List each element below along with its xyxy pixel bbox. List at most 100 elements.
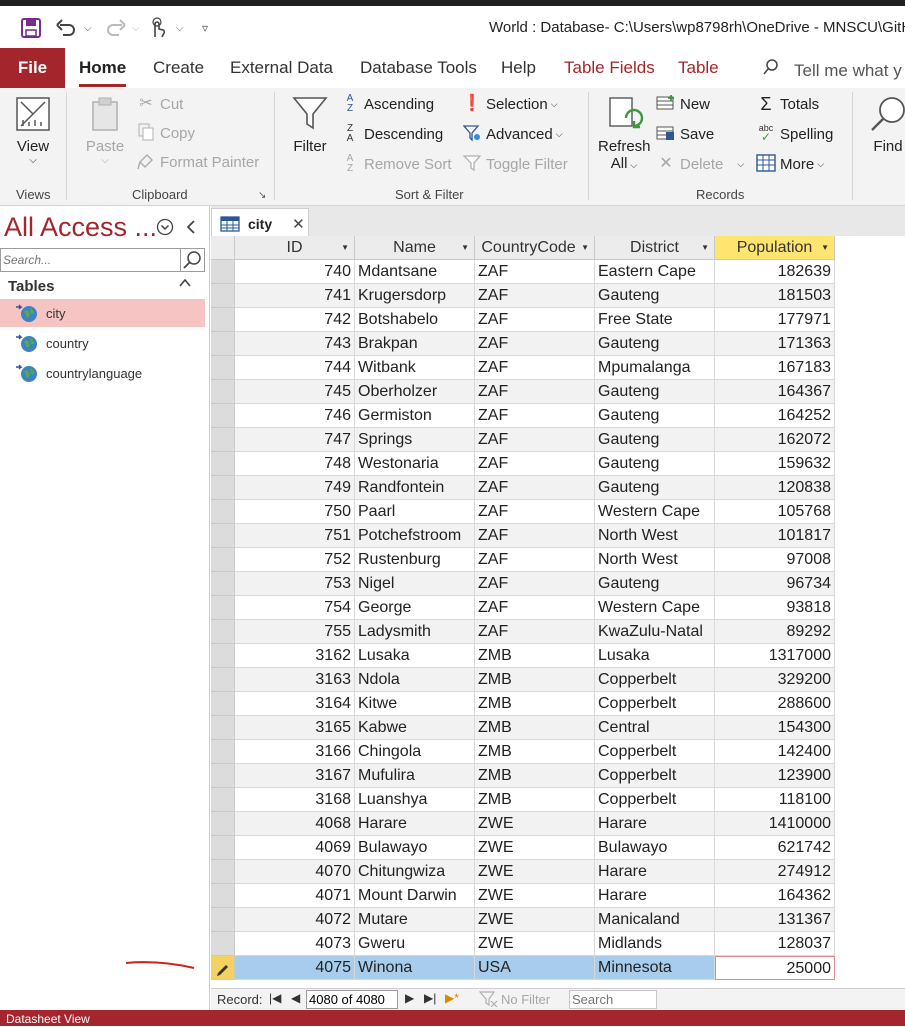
no-filter-label[interactable]: No Filter [501, 992, 550, 1007]
cell-district[interactable]: Gauteng [595, 476, 715, 500]
spelling-button[interactable]: abc ✓ Spelling [756, 124, 834, 144]
cell-name[interactable]: Krugersdorp [355, 284, 475, 308]
filter-button[interactable]: Filter [288, 94, 332, 155]
cell-id[interactable]: 753 [235, 572, 355, 596]
cell-district[interactable]: Gauteng [595, 572, 715, 596]
delete-record-button[interactable]: ✕ Delete ⌵ [656, 154, 744, 174]
cell-name[interactable]: Randfontein [355, 476, 475, 500]
new-record-nav-icon[interactable]: ▶* [445, 991, 459, 1005]
record-selector[interactable] [211, 644, 235, 668]
record-selector[interactable] [211, 260, 235, 284]
column-header-name[interactable]: Name ▼ [355, 236, 475, 260]
table-row[interactable]: 4071 Mount Darwin ZWE Harare 164362 [211, 884, 905, 908]
cell-district[interactable]: Gauteng [595, 380, 715, 404]
ascending-button[interactable]: A Z Ascending [340, 94, 434, 114]
cell-population[interactable]: 181503 [715, 284, 835, 308]
table-row[interactable]: 3162 Lusaka ZMB Lusaka 1317000 [211, 644, 905, 668]
cell-id[interactable]: 741 [235, 284, 355, 308]
cell-district[interactable]: Manicaland [595, 908, 715, 932]
cell-name[interactable]: Harare [355, 812, 475, 836]
cell-population[interactable]: 164367 [715, 380, 835, 404]
totals-button[interactable]: Σ Totals [756, 94, 819, 114]
cell-district[interactable]: Gauteng [595, 284, 715, 308]
cell-id[interactable]: 747 [235, 428, 355, 452]
record-selector[interactable] [211, 380, 235, 404]
cell-name[interactable]: Rustenburg [355, 548, 475, 572]
nav-pane-title[interactable]: All Access ... [4, 212, 157, 243]
cell-population[interactable]: 93818 [715, 596, 835, 620]
cell-district[interactable]: Copperbelt [595, 788, 715, 812]
record-selector[interactable] [211, 572, 235, 596]
save-record-button[interactable]: Save [656, 124, 714, 144]
cell-district[interactable]: Copperbelt [595, 740, 715, 764]
cell-id[interactable]: 4075 [235, 956, 355, 980]
table-row[interactable]: 4075 Winona USA Minnesota 25000 [211, 956, 905, 980]
cell-name[interactable]: George [355, 596, 475, 620]
cell-countrycode[interactable]: ZWE [475, 932, 595, 956]
table-row[interactable]: 4069 Bulawayo ZWE Bulawayo 621742 [211, 836, 905, 860]
cell-countrycode[interactable]: ZMB [475, 692, 595, 716]
nav-item-countrylanguage[interactable]: countrylanguage [0, 359, 205, 387]
cell-district[interactable]: Midlands [595, 932, 715, 956]
cell-id[interactable]: 3164 [235, 692, 355, 716]
table-row[interactable]: 3168 Luanshya ZMB Copperbelt 118100 [211, 788, 905, 812]
cell-district[interactable]: Gauteng [595, 428, 715, 452]
cell-name[interactable]: Mufulira [355, 764, 475, 788]
cell-countrycode[interactable]: ZAF [475, 428, 595, 452]
cell-name[interactable]: Luanshya [355, 788, 475, 812]
cell-countrycode[interactable]: ZWE [475, 836, 595, 860]
table-row[interactable]: 742 Botshabelo ZAF Free State 177971 [211, 308, 905, 332]
descending-button[interactable]: Z A Descending [340, 124, 444, 144]
cell-population[interactable]: 274912 [715, 860, 835, 884]
table-row[interactable]: 4072 Mutare ZWE Manicaland 131367 [211, 908, 905, 932]
cell-population[interactable]: 96734 [715, 572, 835, 596]
cell-countrycode[interactable]: ZAF [475, 620, 595, 644]
new-record-button[interactable]: New [656, 94, 710, 114]
record-selector[interactable] [211, 716, 235, 740]
cell-countrycode[interactable]: ZMB [475, 668, 595, 692]
cell-id[interactable]: 4068 [235, 812, 355, 836]
view-button[interactable]: View ⌵ [12, 94, 54, 167]
cell-name[interactable]: Ladysmith [355, 620, 475, 644]
cell-population[interactable]: 128037 [715, 932, 835, 956]
advanced-button[interactable]: Advanced ⌵ [462, 124, 563, 144]
record-selector[interactable] [211, 404, 235, 428]
cell-name[interactable]: Springs [355, 428, 475, 452]
close-icon[interactable]: ✕ [292, 215, 305, 233]
record-selector[interactable] [211, 500, 235, 524]
copy-button[interactable]: Copy [136, 123, 195, 143]
record-selector[interactable] [211, 764, 235, 788]
cell-name[interactable]: Nigel [355, 572, 475, 596]
cell-name[interactable]: Gweru [355, 932, 475, 956]
more-button[interactable]: More ⌵ [756, 154, 824, 174]
cell-id[interactable]: 749 [235, 476, 355, 500]
cell-district[interactable]: KwaZulu-Natal [595, 620, 715, 644]
table-row[interactable]: 745 Oberholzer ZAF Gauteng 164367 [211, 380, 905, 404]
cell-id[interactable]: 743 [235, 332, 355, 356]
cell-district[interactable]: Copperbelt [595, 692, 715, 716]
cell-id[interactable]: 750 [235, 500, 355, 524]
cell-district[interactable]: Harare [595, 812, 715, 836]
cell-population[interactable]: 154300 [715, 716, 835, 740]
touch-mode-icon[interactable] [148, 16, 168, 40]
record-selector[interactable] [211, 596, 235, 620]
cell-countrycode[interactable]: ZWE [475, 884, 595, 908]
tab-external-data[interactable]: External Data [230, 58, 333, 78]
tab-table[interactable]: Table [678, 58, 719, 78]
toggle-filter-button[interactable]: Toggle Filter [462, 154, 568, 174]
touch-mode-dropdown-icon[interactable]: ⌵ [176, 16, 184, 40]
cell-name[interactable]: Potchefstroom [355, 524, 475, 548]
first-record-icon[interactable]: |◀ [269, 991, 281, 1005]
cell-district[interactable]: Free State [595, 308, 715, 332]
record-selector[interactable] [211, 620, 235, 644]
cell-id[interactable]: 744 [235, 356, 355, 380]
cell-name[interactable]: Chingola [355, 740, 475, 764]
column-header-population[interactable]: Population ▼ [715, 236, 835, 260]
last-record-icon[interactable]: ▶| [424, 991, 436, 1005]
table-row[interactable]: 3164 Kitwe ZMB Copperbelt 288600 [211, 692, 905, 716]
table-row[interactable]: 748 Westonaria ZAF Gauteng 159632 [211, 452, 905, 476]
nav-search-input[interactable] [3, 251, 178, 269]
table-row[interactable]: 740 Mdantsane ZAF Eastern Cape 182639 [211, 260, 905, 284]
chevron-up-icon[interactable] [178, 276, 192, 292]
cell-district[interactable]: Western Cape [595, 500, 715, 524]
